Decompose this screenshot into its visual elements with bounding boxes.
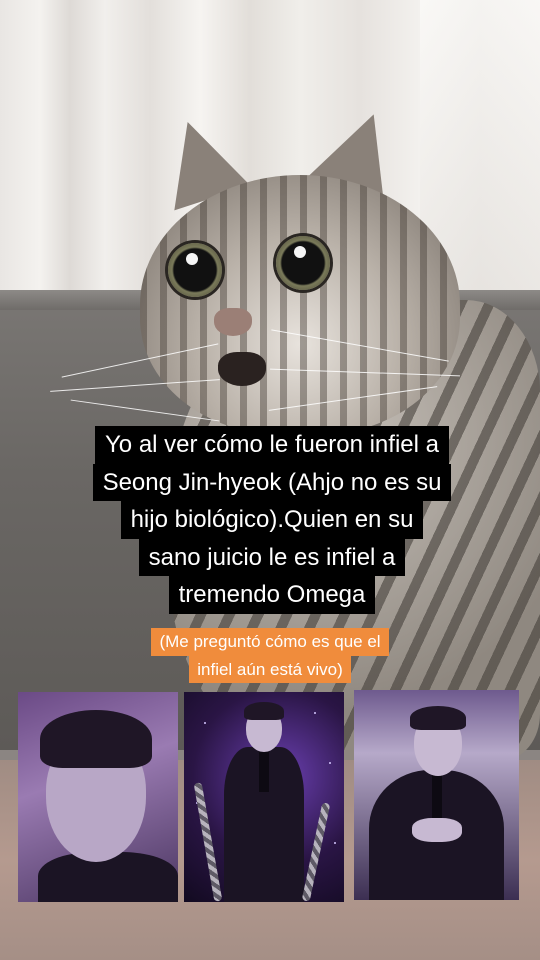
caption-line: Yo al ver cómo le fueron infiel a bbox=[95, 426, 449, 464]
cat-head bbox=[140, 175, 460, 435]
note-line: infiel aún está vivo) bbox=[189, 655, 351, 684]
character-tie bbox=[259, 752, 269, 792]
cat-nose bbox=[214, 308, 252, 336]
character-hair bbox=[410, 706, 466, 730]
cat-open-mouth bbox=[218, 352, 266, 386]
character-clasped-hands bbox=[412, 818, 462, 842]
character-tie bbox=[432, 775, 442, 820]
cat-right-eye bbox=[276, 236, 330, 290]
cat-left-eye bbox=[168, 243, 222, 297]
manhwa-panel-portrait bbox=[18, 692, 178, 902]
sparkle bbox=[329, 762, 331, 764]
manhwa-panel-chains bbox=[184, 692, 344, 902]
sparkle bbox=[314, 712, 316, 714]
caption-line: hijo biológico).Quien en su bbox=[120, 501, 424, 539]
caption-line: sano juicio le es infiel a bbox=[138, 538, 406, 577]
caption-line: tremendo Omega bbox=[168, 576, 376, 614]
note-text-overlay: (Me preguntó cómo es que el infiel aún e… bbox=[110, 628, 430, 684]
chain bbox=[193, 782, 223, 902]
character-hair bbox=[244, 702, 284, 720]
sparkle bbox=[204, 722, 206, 724]
character-hair bbox=[40, 710, 152, 768]
chain bbox=[301, 802, 331, 902]
manhwa-panel-seated bbox=[354, 690, 519, 900]
caption-line: Seong Jin-hyeok (Ahjo no es su bbox=[92, 463, 452, 502]
note-line: (Me preguntó cómo es que el bbox=[151, 628, 389, 656]
caption-text-overlay: Yo al ver cómo le fueron infiel a Seong … bbox=[82, 426, 462, 614]
sparkle bbox=[334, 842, 336, 844]
